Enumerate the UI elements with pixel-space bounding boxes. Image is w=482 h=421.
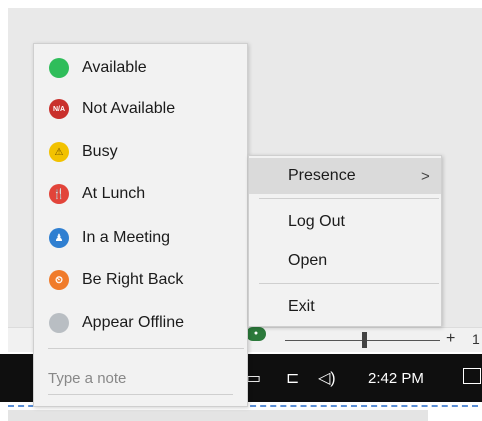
presence-label: Available bbox=[82, 59, 147, 76]
presence-label: At Lunch bbox=[82, 185, 146, 202]
window-edge bbox=[8, 410, 428, 421]
presence-note-input[interactable] bbox=[48, 364, 228, 392]
presence-item-busy[interactable]: ⚠ Busy bbox=[34, 132, 247, 172]
menu-item-log-out[interactable]: Log Out bbox=[249, 204, 441, 240]
menu-item-label: Log Out bbox=[288, 213, 345, 230]
menu-divider bbox=[259, 283, 439, 284]
menu-item-label: Open bbox=[288, 252, 328, 269]
menu-item-label: Presence bbox=[288, 167, 356, 184]
network-icon[interactable]: ⊏ bbox=[286, 368, 299, 388]
presence-label: Not Available bbox=[82, 100, 176, 117]
note-input-underline bbox=[48, 394, 233, 395]
zoom-percent: 1 bbox=[472, 331, 480, 347]
meeting-icon: ♟ bbox=[49, 228, 69, 248]
presence-item-available[interactable]: Available bbox=[34, 48, 247, 88]
presence-item-not-available[interactable]: N/A Not Available bbox=[34, 89, 247, 129]
volume-icon[interactable]: ◁) bbox=[318, 368, 336, 388]
menu-divider bbox=[259, 198, 439, 199]
chevron-right-icon: > bbox=[421, 167, 430, 185]
zoom-slider-thumb[interactable] bbox=[362, 332, 367, 348]
presence-label: Busy bbox=[82, 143, 118, 160]
presence-status-menu: Available N/A Not Available ⚠ Busy 🍴 At … bbox=[33, 43, 248, 407]
menu-item-exit[interactable]: Exit bbox=[249, 289, 441, 325]
offline-icon bbox=[49, 313, 69, 333]
busy-icon: ⚠ bbox=[49, 142, 69, 162]
zoom-in-button[interactable]: + bbox=[446, 330, 455, 348]
menu-item-open[interactable]: Open bbox=[249, 243, 441, 279]
presence-item-be-right-back[interactable]: ⏲ Be Right Back bbox=[34, 260, 247, 300]
menu-item-presence[interactable]: Presence > bbox=[249, 158, 441, 194]
lunch-icon: 🍴 bbox=[49, 184, 69, 204]
presence-label: Be Right Back bbox=[82, 271, 184, 288]
taskbar-clock[interactable]: 2:42 PM bbox=[368, 370, 424, 387]
app-tray-badge-icon: ● bbox=[246, 327, 266, 341]
notification-center-icon[interactable] bbox=[463, 368, 481, 384]
clock-icon: ⏲ bbox=[49, 270, 69, 290]
presence-item-appear-offline[interactable]: Appear Offline bbox=[34, 303, 247, 343]
not-available-icon: N/A bbox=[49, 99, 69, 119]
battery-icon[interactable]: ▭ bbox=[246, 368, 261, 388]
menu-divider bbox=[48, 348, 244, 349]
presence-item-at-lunch[interactable]: 🍴 At Lunch bbox=[34, 174, 247, 214]
available-icon bbox=[49, 58, 69, 78]
presence-label: In a Meeting bbox=[82, 229, 171, 246]
tray-context-menu: Presence > Log Out Open Exit bbox=[248, 155, 442, 327]
menu-item-label: Exit bbox=[288, 298, 315, 315]
presence-item-in-a-meeting[interactable]: ♟ In a Meeting bbox=[34, 218, 247, 258]
presence-label: Appear Offline bbox=[82, 314, 184, 331]
